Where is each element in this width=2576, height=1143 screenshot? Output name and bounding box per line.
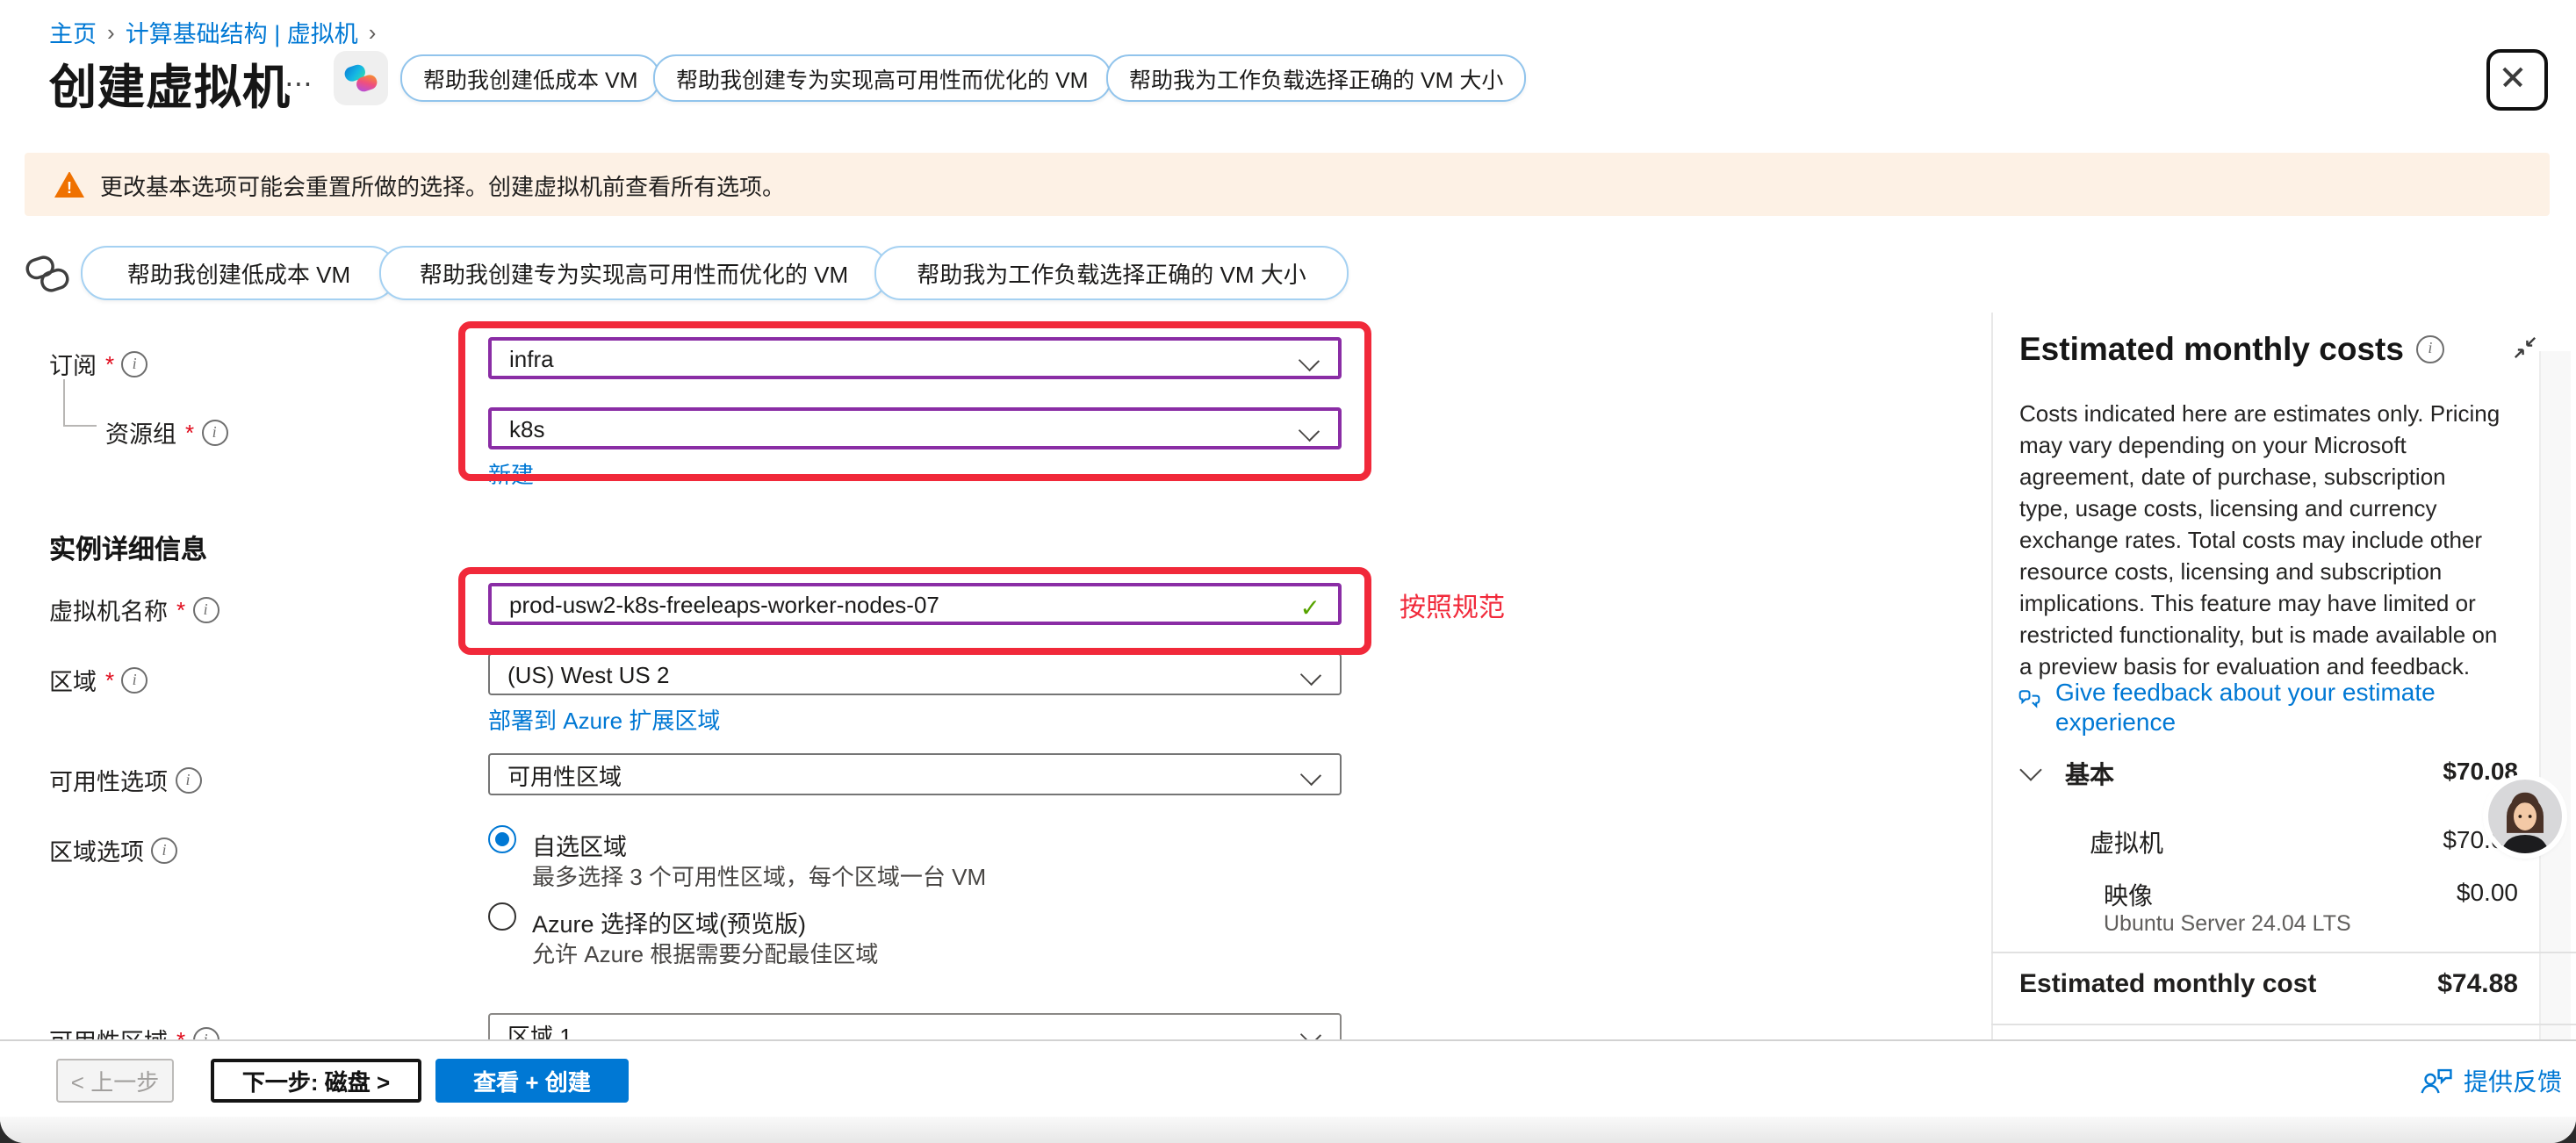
info-icon[interactable]: i xyxy=(121,350,148,377)
info-icon[interactable]: i xyxy=(2416,335,2444,363)
warning-text: 更改基本选项可能会重置所做的选择。创建虚拟机前查看所有选项。 xyxy=(100,168,785,201)
subscription-dropdown[interactable]: infra xyxy=(488,337,1342,379)
cost-group-value: $70.08 xyxy=(2443,757,2518,785)
window-bottom-band xyxy=(0,1117,2576,1143)
costs-panel-title: Estimated monthly costs xyxy=(2019,330,2404,369)
basics-form: 订阅* i infra 资源组* i k8s 新建 实例详细信息 虚拟机名称* … xyxy=(0,316,1991,1039)
avatar[interactable] xyxy=(2488,780,2562,853)
chevron-down-icon xyxy=(1299,350,1320,371)
region-label: 区域* i xyxy=(49,662,148,697)
zone-options-label: 区域选项 i xyxy=(49,832,177,867)
chevron-down-icon xyxy=(1299,421,1320,442)
feedback-person-icon xyxy=(2420,1068,2453,1096)
info-icon[interactable]: i xyxy=(192,596,219,622)
create-new-resource-group-link[interactable]: 新建 xyxy=(488,456,534,490)
copilot-icon xyxy=(342,60,379,97)
region-dropdown[interactable]: (US) West US 2 xyxy=(488,653,1342,695)
chevron-down-icon xyxy=(1300,1024,1321,1039)
breadcrumb: 主页 › 计算基础结构 | 虚拟机 › xyxy=(49,14,386,49)
resource-group-dropdown[interactable]: k8s xyxy=(488,407,1342,449)
copilot-suggestion-right-size[interactable]: 帮助我为工作负载选择正确的 VM 大小 xyxy=(1106,54,1526,102)
info-icon[interactable]: i xyxy=(151,837,177,863)
previous-button[interactable]: < 上一步 xyxy=(56,1059,174,1103)
vm-name-input[interactable]: prod-usw2-k8s-freeleaps-worker-nodes-07 … xyxy=(488,583,1342,625)
cost-item-name: 虚拟机 xyxy=(2090,825,2163,860)
copilot-suggestion-high-availability[interactable]: 帮助我创建专为实现高可用性而优化的 VM xyxy=(379,246,889,300)
cost-item-value: $0.00 xyxy=(2457,878,2518,906)
self-selected-zones-label[interactable]: 自选区域 xyxy=(532,827,627,862)
breadcrumb-home-link[interactable]: 主页 xyxy=(49,14,97,49)
chevron-down-icon xyxy=(1300,765,1321,786)
estimate-feedback-link[interactable]: Give feedback about your estimate experi… xyxy=(2016,678,2518,737)
breadcrumb-chevron-icon: › xyxy=(369,18,377,45)
azure-selected-zones-label[interactable]: Azure 选择的区域(预览版) xyxy=(532,904,806,939)
chevron-down-icon xyxy=(1300,665,1321,686)
instance-details-heading: 实例详细信息 xyxy=(49,530,207,567)
azure-selected-zones-desc: 允许 Azure 根据需要分配最佳区域 xyxy=(532,936,878,969)
next-disks-button[interactable]: 下一步: 磁盘 > xyxy=(211,1059,421,1103)
overflow-menu-button[interactable]: ⋯ xyxy=(284,67,314,102)
cost-item-name: 映像 xyxy=(2104,878,2153,913)
total-cost-label: Estimated monthly cost xyxy=(2019,969,2316,999)
subscription-label: 订阅* i xyxy=(49,346,148,381)
resource-group-label: 资源组* i xyxy=(105,414,227,449)
copilot-button[interactable] xyxy=(334,51,388,105)
review-create-button[interactable]: 查看 + 创建 xyxy=(435,1059,629,1103)
collapse-icon xyxy=(2511,334,2539,362)
resource-group-tree-connector xyxy=(63,379,97,427)
info-icon[interactable]: i xyxy=(192,1026,219,1039)
page-title: 创建虚拟机 xyxy=(49,49,291,118)
breadcrumb-section-link[interactable]: 计算基础结构 | 虚拟机 xyxy=(126,14,358,49)
costs-disclaimer: Costs indicated here are estimates only.… xyxy=(2019,399,2500,683)
info-icon[interactable]: i xyxy=(121,666,148,693)
azure-extended-zones-link[interactable]: 部署到 Azure 扩展区域 xyxy=(488,702,720,736)
footer-bar: < 上一步 下一步: 磁盘 > 查看 + 创建 提供反馈 xyxy=(0,1039,2576,1118)
availability-zone-label: 可用性区域* i xyxy=(49,1022,219,1039)
copilot-suggestion-high-availability[interactable]: 帮助我创建专为实现高可用性而优化的 VM xyxy=(653,54,1111,102)
divider xyxy=(1991,952,2576,953)
availability-zone-dropdown[interactable]: 区域 1 xyxy=(488,1013,1342,1039)
create-vm-blade: 主页 › 计算基础结构 | 虚拟机 › 创建虚拟机 ⋯ 帮助我创建低成本 VM … xyxy=(0,0,2576,1143)
copilot-outline-icon xyxy=(25,251,70,306)
cost-item-subtext: Ubuntu Server 24.04 LTS xyxy=(2104,911,2351,936)
availability-options-label: 可用性选项 i xyxy=(49,762,201,797)
validation-check-icon: ✓ xyxy=(1300,593,1320,623)
estimated-costs-panel: Estimated monthly costs i Costs indicate… xyxy=(1991,0,2576,1039)
copilot-suggestion-low-cost[interactable]: 帮助我创建低成本 VM xyxy=(400,54,660,102)
azure-selected-zones-radio[interactable] xyxy=(488,902,516,931)
self-selected-zones-desc: 最多选择 3 个可用性区域，每个区域一台 VM xyxy=(532,859,986,892)
divider xyxy=(1991,1024,2576,1025)
give-feedback-link[interactable]: 提供反馈 xyxy=(2420,1064,2562,1099)
availability-options-dropdown[interactable]: 可用性区域 xyxy=(488,753,1342,795)
feedback-bubbles-icon xyxy=(2016,683,2043,713)
warning-icon: ! xyxy=(54,171,84,198)
annotation-text: 按照规范 xyxy=(1400,588,1505,625)
info-icon[interactable]: i xyxy=(175,766,201,793)
collapse-panel-button[interactable] xyxy=(2511,334,2539,370)
copilot-suggestion-right-size[interactable]: 帮助我为工作负载选择正确的 VM 大小 xyxy=(874,246,1349,300)
chevron-down-icon[interactable] xyxy=(2019,758,2041,780)
total-cost-value: $74.88 xyxy=(2437,969,2518,999)
copilot-suggestion-low-cost[interactable]: 帮助我创建低成本 VM xyxy=(81,246,397,300)
cost-group-name[interactable]: 基本 xyxy=(2065,757,2114,792)
info-icon[interactable]: i xyxy=(201,419,227,445)
breadcrumb-chevron-icon: › xyxy=(107,18,115,45)
vm-name-label: 虚拟机名称* i xyxy=(49,592,219,627)
self-selected-zones-radio[interactable] xyxy=(488,825,516,853)
